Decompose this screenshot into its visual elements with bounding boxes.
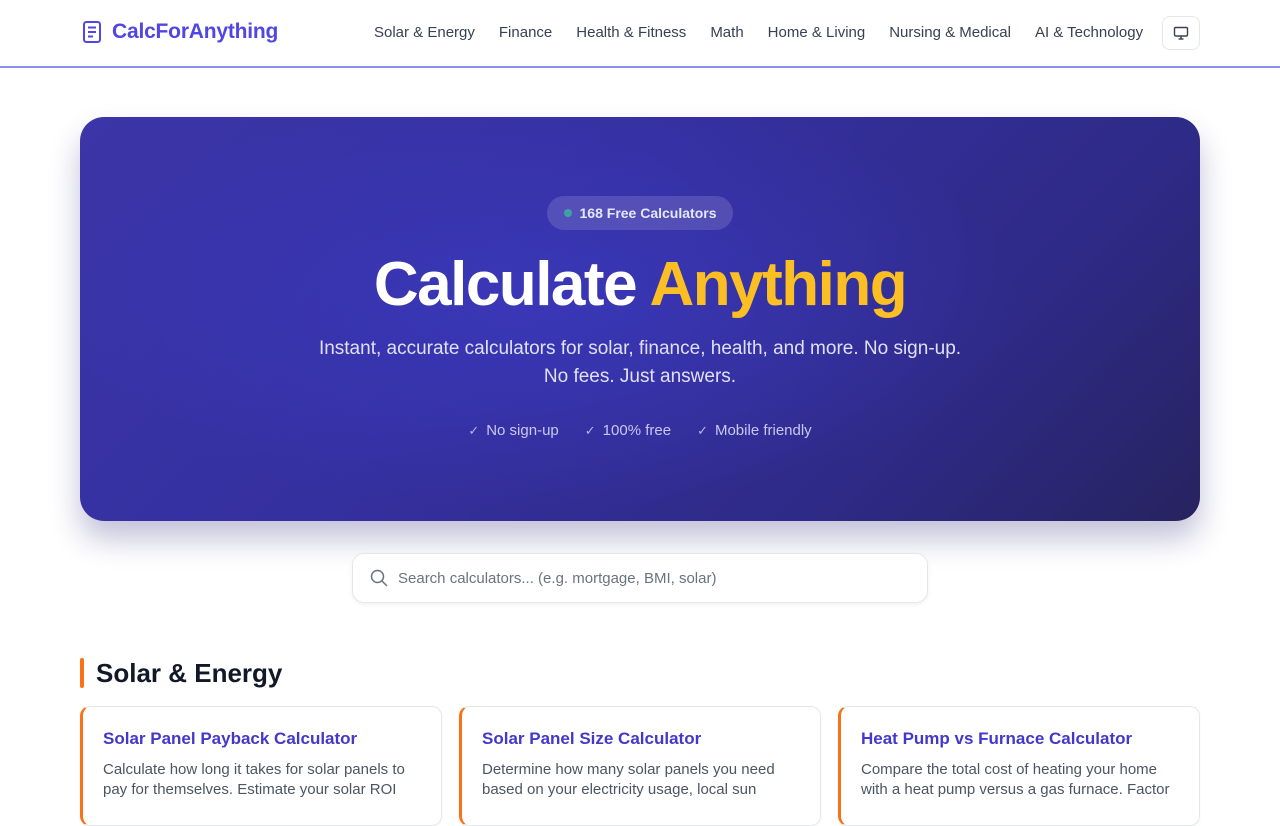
- monitor-icon: [1173, 26, 1189, 40]
- card-description: Determine how many solar panels you need…: [482, 761, 775, 798]
- feature-checklist: ✓ No sign-up ✓ 100% free ✓ Mobile friend…: [80, 422, 1200, 439]
- nav-item-ai-technology[interactable]: AI & Technology: [1035, 24, 1143, 41]
- nav-item-health-fitness[interactable]: Health & Fitness: [576, 24, 686, 41]
- hero-subtitle-line-2: No fees. Just answers.: [543, 366, 737, 387]
- check-icon: ✓: [697, 422, 708, 438]
- card-title[interactable]: Heat Pump vs Furnace Calculator: [861, 729, 1179, 749]
- card-description: Calculate how long it takes for solar pa…: [103, 761, 405, 798]
- feature-label: 100% free: [602, 422, 672, 439]
- calculator-card[interactable]: Solar Panel Payback Calculator Calculate…: [80, 706, 442, 826]
- hero-subtitle: Instant, accurate calculators for solar,…: [80, 335, 1200, 391]
- brand-name: CalcForAnything: [112, 20, 279, 43]
- hero-subtitle-line-1: Instant, accurate calculators for solar,…: [318, 338, 962, 359]
- check-icon: ✓: [468, 422, 480, 438]
- search-box: [352, 553, 928, 603]
- section-accent-bar: [80, 658, 84, 688]
- calculator-card[interactable]: Heat Pump vs Furnace Calculator Compare …: [838, 706, 1200, 826]
- search-icon: [370, 569, 388, 587]
- status-dot-icon: [563, 209, 572, 217]
- nav-item-nursing-medical[interactable]: Nursing & Medical: [889, 24, 1011, 41]
- nav-item-finance[interactable]: Finance: [499, 24, 552, 41]
- feature-free: ✓ 100% free: [585, 422, 671, 439]
- card-title[interactable]: Solar Panel Size Calculator: [482, 729, 800, 749]
- card-description: Compare the total cost of heating your h…: [861, 761, 1170, 798]
- hero-banner: 168 Free Calculators Calculate Anything …: [80, 117, 1200, 521]
- feature-label: No sign-up: [486, 422, 559, 439]
- calculator-count-badge: 168 Free Calculators: [547, 196, 733, 230]
- calculator-icon: [83, 21, 101, 43]
- feature-label: Mobile friendly: [714, 422, 812, 439]
- calculator-card[interactable]: Solar Panel Size Calculator Determine ho…: [459, 706, 821, 826]
- search-input[interactable]: [398, 569, 898, 587]
- brand-logo[interactable]: CalcForAnything: [81, 20, 278, 44]
- nav-item-math[interactable]: Math: [710, 24, 743, 41]
- main-nav: Solar & Energy Finance Health & Fitness …: [374, 24, 1143, 41]
- hero-title-main: Calculate: [373, 250, 638, 319]
- card-title[interactable]: Solar Panel Payback Calculator: [103, 729, 421, 749]
- badge-label: 168 Free Calculators: [579, 205, 717, 221]
- feature-mobile-friendly: ✓ Mobile friendly: [697, 422, 812, 439]
- feature-no-signup: ✓ No sign-up: [468, 422, 558, 439]
- theme-toggle-button[interactable]: [1162, 16, 1200, 50]
- hero-title: Calculate Anything: [80, 250, 1200, 320]
- nav-item-home-living[interactable]: Home & Living: [768, 24, 866, 41]
- calculator-card-list: Solar Panel Payback Calculator Calculate…: [80, 706, 1200, 826]
- site-header: CalcForAnything Solar & Energy Finance H…: [0, 0, 1280, 68]
- check-icon: ✓: [584, 422, 596, 438]
- hero-title-accent: Anything: [649, 250, 907, 319]
- nav-item-solar-energy[interactable]: Solar & Energy: [374, 24, 475, 41]
- section-heading: Solar & Energy: [80, 658, 282, 688]
- section-title: Solar & Energy: [96, 657, 283, 688]
